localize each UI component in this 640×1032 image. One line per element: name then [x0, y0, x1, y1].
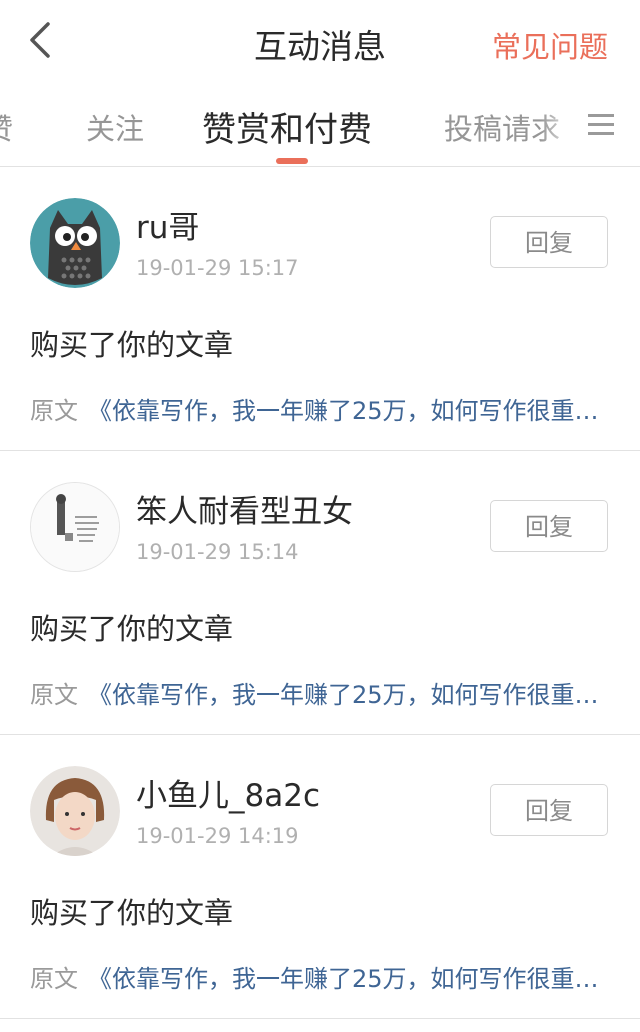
origin-article-link[interactable]: 《依靠写作，我一年赚了25万，如何写作很重…: [88, 397, 599, 425]
action-text: 购买了你的文章: [30, 612, 234, 646]
origin-article-link[interactable]: 《依靠写作，我一年赚了25万，如何写作很重…: [88, 965, 599, 993]
message-card: ru哥 19-01-29 15:17 回复 购买了你的文章 原文 《依靠写作，我一…: [0, 166, 640, 451]
reply-button[interactable]: 回复: [490, 784, 608, 836]
tab-likes[interactable]: 赞: [0, 106, 13, 148]
action-text: 购买了你的文章: [30, 896, 234, 930]
message-card: 小鱼儿_8a2c 19-01-29 14:19 回复 购买了你的文章 原文 《依靠…: [0, 734, 640, 1019]
origin-line: 原文 《依靠写作，我一年赚了25万，如何写作很重…: [30, 675, 610, 710]
message-card: 笨人耐看型丑女 19-01-29 15:14 回复 购买了你的文章 原文 《依靠写…: [0, 450, 640, 735]
tab-fade-overlay: [540, 84, 580, 164]
origin-line: 原文 《依靠写作，我一年赚了25万，如何写作很重…: [30, 391, 610, 426]
origin-label: 原文: [30, 397, 78, 425]
tab-bar: 赞 关注 赞赏和付费 投稿请求: [0, 84, 640, 167]
avatar[interactable]: [30, 766, 120, 856]
portrait-avatar-icon: [30, 766, 120, 856]
origin-article-link[interactable]: 《依靠写作，我一年赚了25万，如何写作很重…: [88, 681, 599, 709]
reply-button[interactable]: 回复: [490, 500, 608, 552]
active-tab-indicator: [276, 158, 308, 164]
nav-bar: 互动消息 常见问题: [0, 0, 640, 84]
menu-icon[interactable]: [588, 114, 628, 140]
sketch-avatar-icon: [31, 483, 119, 571]
faq-link[interactable]: 常见问题: [492, 24, 608, 66]
avatar[interactable]: [30, 198, 120, 288]
origin-label: 原文: [30, 965, 78, 993]
origin-line: 原文 《依靠写作，我一年赚了25万，如何写作很重…: [30, 959, 610, 994]
username[interactable]: ru哥: [136, 202, 199, 247]
username[interactable]: 小鱼儿_8a2c: [136, 770, 320, 815]
timestamp: 19-01-29 15:17: [136, 256, 299, 280]
origin-label: 原文: [30, 681, 78, 709]
owl-avatar-icon: [30, 198, 120, 288]
reply-button[interactable]: 回复: [490, 216, 608, 268]
tab-rewards-and-payments[interactable]: 赞赏和付费: [202, 102, 372, 151]
action-text: 购买了你的文章: [30, 328, 234, 362]
avatar[interactable]: [30, 482, 120, 572]
timestamp: 19-01-29 15:14: [136, 540, 299, 564]
tab-follows[interactable]: 关注: [86, 106, 144, 148]
timestamp: 19-01-29 14:19: [136, 824, 299, 848]
username[interactable]: 笨人耐看型丑女: [136, 486, 353, 531]
